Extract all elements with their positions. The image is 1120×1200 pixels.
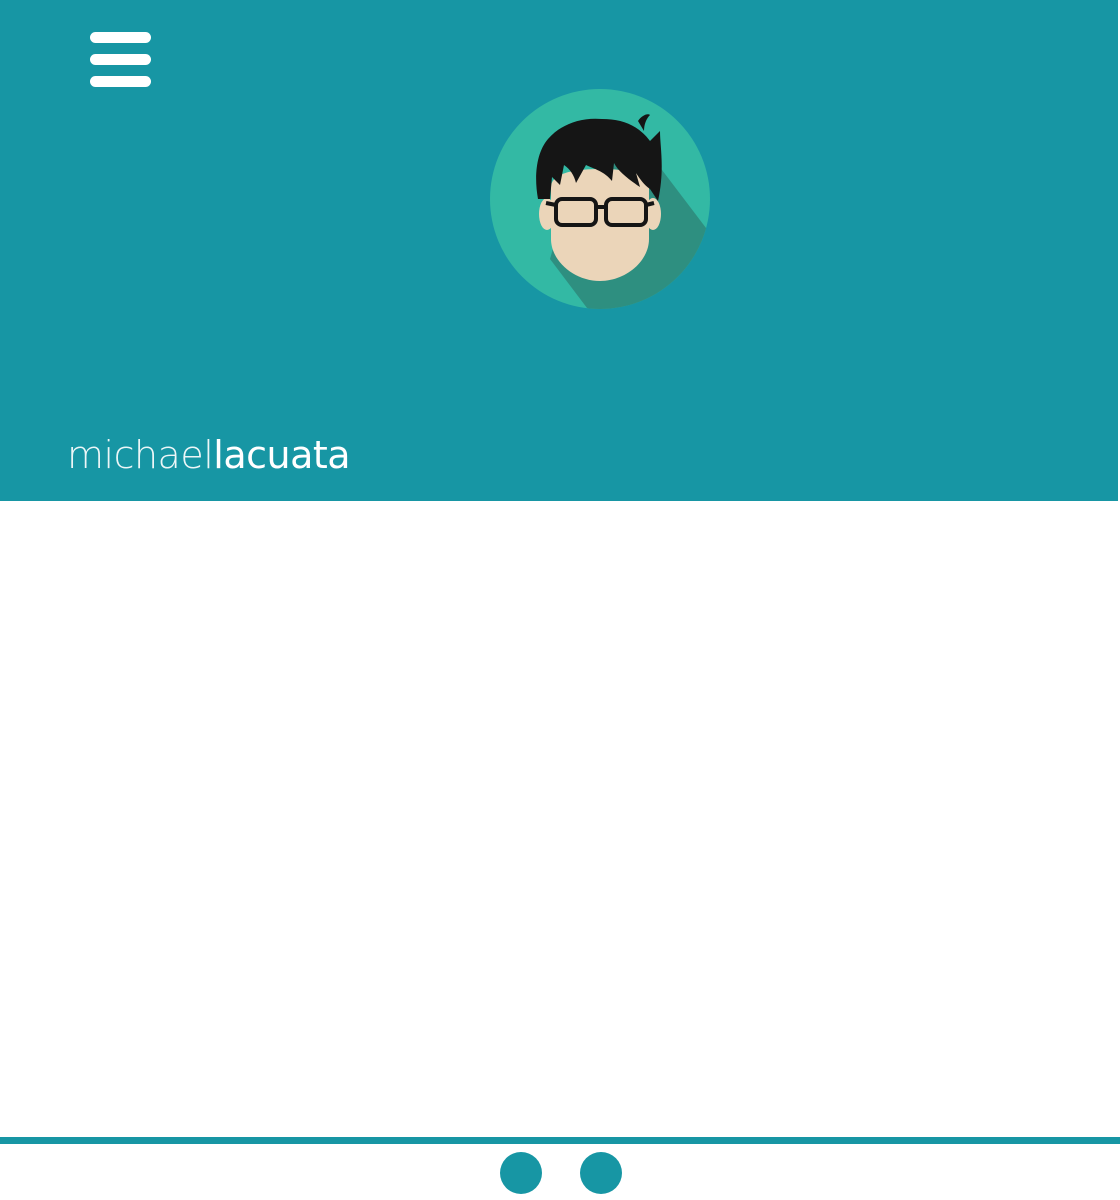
avatar [490,89,710,309]
main-content [0,501,1120,1137]
menu-bar-icon [90,32,151,43]
avatar-illustration-icon [490,89,710,309]
pagination-dot[interactable] [500,1152,542,1194]
site-brand: michaellacuata [67,430,351,480]
menu-bar-icon [90,54,151,65]
pagination-dot[interactable] [580,1152,622,1194]
menu-bar-icon [90,76,151,87]
header-banner: michaellacuata [0,0,1118,501]
menu-button[interactable] [88,30,153,90]
footer-divider [0,1137,1120,1144]
brand-last-name: lacuata [213,433,351,477]
brand-first-name: michael [67,433,214,477]
footer [0,1137,1120,1200]
